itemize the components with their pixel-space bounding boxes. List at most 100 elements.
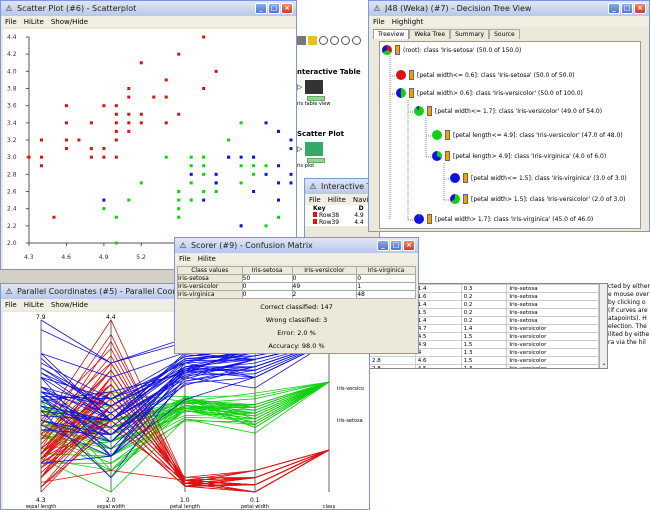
col-header[interactable]: Iris-setosa (241, 266, 293, 275)
data-point-versicolor[interactable] (127, 198, 131, 202)
data-point-versicolor[interactable] (202, 172, 206, 176)
menu-show-hide[interactable]: Show/Hide (51, 301, 88, 309)
table-row[interactable]: Iris-versicolor 0 49 1 (177, 282, 416, 291)
data-point-versicolor[interactable] (264, 224, 268, 228)
tree-node[interactable]: [petal width> 1.7]: class 'Iris-virginic… (414, 214, 593, 224)
data-point-versicolor[interactable] (189, 198, 193, 202)
data-point-setosa[interactable] (214, 69, 218, 73)
data-point-setosa[interactable] (127, 95, 131, 99)
tree-node[interactable]: [petal length<= 4.9]: class 'Iris-versic… (432, 130, 623, 140)
data-point-setosa[interactable] (89, 147, 93, 151)
data-point-versicolor[interactable] (202, 155, 206, 159)
minimize-button[interactable]: _ (608, 3, 620, 14)
data-point-virginica[interactable] (289, 181, 293, 185)
data-point-virginica[interactable] (239, 155, 243, 159)
col-header[interactable]: Iris-virginica (356, 266, 416, 275)
data-point-versicolor[interactable] (252, 164, 256, 168)
data-point-virginica[interactable] (264, 172, 268, 176)
menu-hilite[interactable]: Hilite (198, 255, 216, 263)
close-button[interactable]: × (634, 3, 646, 14)
data-point-versicolor[interactable] (114, 241, 118, 245)
data-point-virginica[interactable] (252, 155, 256, 159)
data-point-setosa[interactable] (139, 121, 143, 125)
data-point-setosa[interactable] (177, 112, 181, 116)
data-point-setosa[interactable] (177, 52, 181, 56)
data-point-virginica[interactable] (252, 190, 256, 193)
data-point-versicolor[interactable] (114, 215, 118, 219)
col-header[interactable]: Class values (177, 266, 243, 275)
menu-file[interactable]: File (309, 196, 321, 204)
col-header[interactable]: Iris-versicolor (291, 266, 358, 275)
node-icon[interactable] (297, 36, 306, 45)
workflow-node-interactive-table[interactable]: nteractive Table ▷ ris table view (297, 68, 367, 118)
data-point-setosa[interactable] (202, 87, 206, 90)
tree-node[interactable]: [petal width<= 1.7]: class 'Iris-versico… (414, 106, 602, 116)
menu-hilite[interactable]: HiLite (24, 18, 44, 26)
data-point-virginica[interactable] (277, 164, 281, 168)
data-point-setosa[interactable] (127, 121, 131, 125)
data-point-setosa[interactable] (127, 129, 131, 133)
data-point-setosa[interactable] (64, 147, 68, 151)
tab-summary[interactable]: Summary (450, 29, 490, 39)
data-point-setosa[interactable] (202, 35, 206, 39)
data-point-setosa[interactable] (164, 95, 168, 99)
data-point-setosa[interactable] (102, 147, 106, 151)
data-point-virginica[interactable] (202, 198, 206, 202)
data-point-versicolor[interactable] (239, 164, 243, 168)
tree-node[interactable]: [petal width> 0.6]: class 'Iris-versicol… (396, 88, 583, 98)
data-point-versicolor[interactable] (277, 215, 281, 219)
data-point-setosa[interactable] (89, 121, 93, 125)
maximize-button[interactable]: □ (268, 3, 280, 14)
data-point-virginica[interactable] (214, 172, 218, 176)
minimize-button[interactable]: _ (255, 3, 267, 14)
data-point-virginica[interactable] (227, 155, 231, 159)
data-point-virginica[interactable] (264, 121, 268, 125)
data-point-versicolor[interactable] (177, 215, 181, 219)
data-point-versicolor[interactable] (202, 190, 206, 193)
data-point-setosa[interactable] (114, 121, 118, 125)
data-point-setosa[interactable] (164, 121, 168, 125)
data-point-setosa[interactable] (89, 155, 93, 159)
menu-show-hide[interactable]: Show/Hide (51, 18, 88, 26)
data-point-virginica[interactable] (289, 138, 293, 142)
data-point-setosa[interactable] (139, 112, 143, 116)
data-point-versicolor[interactable] (177, 190, 181, 193)
tree-node[interactable]: [petal width<= 0.6]: class 'Iris-setosa'… (396, 70, 575, 80)
data-point-setosa[interactable] (39, 138, 43, 142)
col-d[interactable]: D (354, 205, 368, 212)
menu-file[interactable]: File (179, 255, 191, 263)
data-point-virginica[interactable] (277, 198, 281, 202)
data-point-virginica[interactable] (102, 198, 106, 202)
close-button[interactable]: × (281, 3, 293, 14)
gear-icon[interactable] (341, 36, 350, 45)
menu-hilite[interactable]: Hilite (328, 196, 346, 204)
data-point-setosa[interactable] (127, 87, 131, 90)
tab-treeview[interactable]: Treeview (373, 29, 410, 39)
data-point-versicolor[interactable] (189, 164, 193, 168)
data-point-setosa[interactable] (64, 104, 68, 108)
data-point-setosa[interactable] (52, 215, 56, 219)
data-point-setosa[interactable] (64, 138, 68, 142)
data-point-versicolor[interactable] (102, 207, 106, 211)
maximize-button[interactable]: □ (621, 3, 633, 14)
table-row[interactable]: Iris-virginica 0 2 48 (177, 290, 416, 299)
data-point-setosa[interactable] (102, 104, 106, 108)
menu-hilite[interactable]: HiLite (24, 301, 44, 309)
scatter-plot[interactable]: 4.4 4.2 4.0 3.8 3.6 3.4 3.2 3.0 2.8 2.6 2.4 2.2 2.0 4… (3, 29, 296, 269)
data-point-setosa[interactable] (39, 155, 43, 159)
data-point-versicolor[interactable] (189, 181, 193, 185)
tree-node[interactable]: [petal width<= 1.5]: class 'Iris-virgini… (450, 173, 627, 183)
maximize-button[interactable]: □ (390, 240, 402, 251)
data-point-setosa[interactable] (114, 129, 118, 133)
menu-file[interactable]: File (5, 18, 17, 26)
data-point-virginica[interactable] (289, 172, 293, 176)
scrollbar[interactable]: ⌄ (599, 284, 607, 368)
minimize-button[interactable]: _ (377, 240, 389, 251)
tab-weka-tree[interactable]: Weka Tree (409, 29, 451, 39)
data-point-setosa[interactable] (64, 121, 68, 125)
data-point-versicolor[interactable] (177, 198, 181, 202)
menu-file[interactable]: File (5, 301, 17, 309)
data-point-setosa[interactable] (39, 164, 43, 168)
menu-file[interactable]: File (373, 18, 385, 26)
data-point-setosa[interactable] (102, 155, 106, 159)
